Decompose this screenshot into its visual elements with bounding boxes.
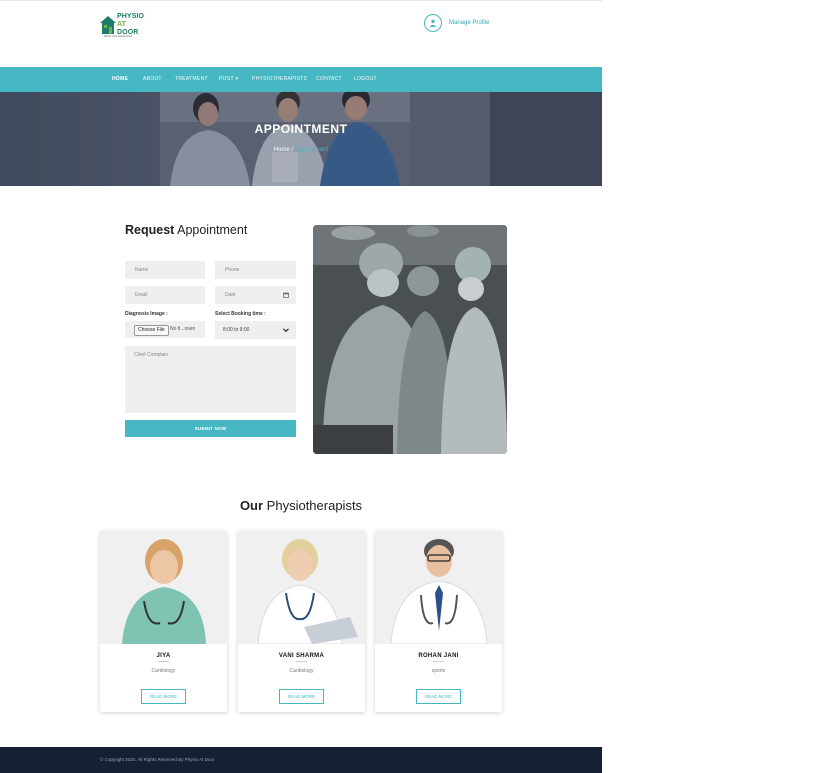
therapist-name: VANI SHARMA: [278, 653, 325, 659]
phone-input[interactable]: Phone: [215, 261, 296, 279]
nav-about[interactable]: ABOUT: [143, 67, 162, 92]
nav-logout[interactable]: LOGOUT: [354, 67, 377, 92]
diagnosis-image-label: Diagnosis Image :: [125, 311, 168, 317]
page: PHYSIO AT DOOR Where Your Comfort First …: [0, 0, 602, 773]
page-banner: APPOINTMENT Home / Appointment: [0, 92, 602, 186]
therapist-name: JIYA: [156, 653, 171, 659]
nav-post[interactable]: POST ▾: [219, 67, 238, 92]
diagnosis-file-field: Choose File No fi...osen: [125, 321, 205, 338]
submit-button[interactable]: SUBMIT NOW: [125, 420, 296, 437]
email-input[interactable]: Email: [125, 286, 205, 304]
request-appointment-heading: Request Appointment: [125, 223, 247, 237]
breadcrumb: Home / Appointment: [0, 147, 602, 153]
request-heading-rest: Appointment: [174, 223, 248, 237]
booking-time-label: Select Booking time :: [215, 311, 266, 317]
therapist-specialty: sports: [431, 668, 446, 674]
house-logo-icon: [100, 16, 116, 34]
logo-line-2: AT: [117, 21, 127, 28]
breadcrumb-current: Appointment: [294, 147, 329, 153]
nav-post-label: POST: [219, 76, 234, 82]
logo-line-1: PHYSIO: [117, 13, 145, 20]
breadcrumb-separator: /: [291, 147, 294, 153]
surgery-team-image: [313, 225, 507, 454]
manage-profile-link[interactable]: Manage Profile: [424, 14, 489, 32]
therapist-card: ROHAN JANI sports READ MORE: [375, 531, 502, 712]
page-title: APPOINTMENT: [254, 122, 348, 136]
choose-file-button[interactable]: Choose File: [134, 325, 169, 336]
nav-contact[interactable]: CONTACT: [316, 67, 342, 92]
logo-wordmark: PHYSIO AT DOOR: [117, 13, 144, 37]
date-input[interactable]: Date: [215, 286, 296, 304]
site-logo[interactable]: PHYSIO AT DOOR Where Your Comfort First: [100, 13, 152, 39]
therapist-specialty: Cardiology: [289, 668, 314, 674]
user-icon: [424, 14, 442, 32]
divider: [158, 661, 169, 662]
chief-complain-textarea[interactable]: Chief Complain: [125, 346, 296, 413]
read-more-button[interactable]: READ MORE: [141, 689, 186, 704]
team-heading-bold: Our: [239, 498, 264, 513]
name-input[interactable]: Name: [125, 261, 205, 279]
manage-profile-label: Manage Profile: [449, 20, 490, 26]
read-more-button[interactable]: READ MORE: [279, 689, 324, 704]
request-heading-bold: Request: [125, 223, 175, 237]
calendar-icon[interactable]: [283, 286, 289, 306]
therapist-card: VANI SHARMA Cardiology READ MORE: [238, 531, 365, 712]
team-heading: Our Physiotherapists: [0, 498, 602, 513]
therapist-photo: [238, 531, 365, 644]
chevron-down-icon: ▾: [235, 76, 239, 82]
divider: [296, 661, 307, 662]
nav-physiotherapists[interactable]: PHYSIOTHERAPISTS: [252, 67, 307, 92]
date-placeholder: Date: [225, 292, 236, 298]
surgeons-photo: [313, 225, 507, 454]
nav-treatment[interactable]: TREATMENT: [175, 67, 208, 92]
logo-tagline: Where Your Comfort First: [104, 35, 133, 38]
therapist-specialty: Cardiology: [151, 668, 176, 674]
nav-home[interactable]: HOME: [112, 67, 128, 92]
therapist-photo: [375, 531, 502, 644]
breadcrumb-home[interactable]: Home: [274, 147, 290, 153]
therapist-name: ROHAN JANI: [418, 653, 459, 659]
therapist-card: JIYA Cardiology READ MORE: [100, 531, 227, 712]
booking-time-select[interactable]: 8:00 to 9:00: [215, 321, 296, 339]
team-heading-rest: Physiotherapists: [263, 498, 363, 513]
footer: © Copyright 2020. All Rights Reserved By…: [0, 747, 602, 773]
top-border: [0, 0, 602, 1]
file-name-text: No fi...osen: [170, 326, 196, 332]
booking-time-value: 8:00 to 9:00: [223, 327, 250, 333]
chevron-down-icon: [283, 328, 289, 333]
main-nav: HOME ABOUT TREATMENT POST ▾ PHYSIOTHERAP…: [0, 67, 602, 92]
read-more-button[interactable]: READ MORE: [416, 689, 461, 704]
divider: [433, 661, 444, 662]
copyright-text: © Copyright 2020. All Rights Reserved By…: [100, 757, 215, 762]
therapist-photo: [100, 531, 227, 644]
banner-overlay: [0, 92, 602, 186]
